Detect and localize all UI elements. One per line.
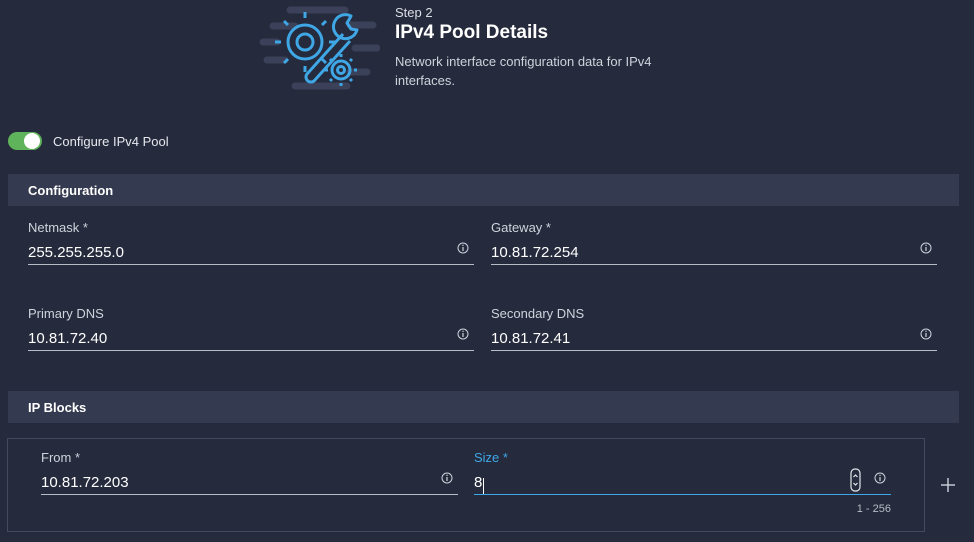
info-icon[interactable] [874,472,886,484]
text-cursor [483,478,484,494]
info-icon[interactable] [457,328,469,340]
from-field: From * [41,450,458,500]
toggle-label: Configure IPv4 Pool [53,133,169,149]
secondary-dns-label: Secondary DNS [491,306,585,321]
configure-ipv4-toggle[interactable] [8,132,42,150]
info-icon[interactable] [920,328,932,340]
add-ip-block-button[interactable] [937,474,959,496]
page-description: Network interface configuration data for… [395,54,652,88]
section-ip-blocks: IP Blocks [8,391,959,423]
page-title: IPv4 Pool Details [395,22,549,43]
section-title: IP Blocks [28,400,87,415]
gateway-field: Gateway * [491,220,937,270]
size-field: Size * 1 - 256 [474,450,891,515]
from-input[interactable] [41,466,458,495]
stepper-icon[interactable] [850,468,861,492]
gateway-label: Gateway * [491,220,551,235]
size-label: Size * [474,450,508,465]
secondary-dns-input[interactable] [491,322,937,351]
info-icon[interactable] [441,472,453,484]
section-configuration: Configuration [8,174,959,206]
configure-ipv4-toggle-row: Configure IPv4 Pool [8,130,169,152]
toggle-knob [24,133,40,149]
secondary-dns-field: Secondary DNS [491,306,937,356]
primary-dns-input[interactable] [28,322,474,351]
info-icon[interactable] [457,242,469,254]
netmask-field: Netmask * [28,220,474,270]
settings-wrench-icon [259,6,380,90]
primary-dns-field: Primary DNS [28,306,474,356]
netmask-label: Netmask * [28,220,88,235]
size-range-hint: 1 - 256 [856,503,891,515]
info-icon[interactable] [920,242,932,254]
gateway-input[interactable] [491,236,937,265]
primary-dns-label: Primary DNS [28,306,104,321]
size-input[interactable] [474,466,891,495]
netmask-input[interactable] [28,236,474,265]
wizard-step-header: Step 2 IPv4 Pool Details Network interfa… [0,0,974,100]
plus-icon [941,478,955,492]
section-title: Configuration [28,183,114,198]
step-number: Step 2 [395,5,433,20]
from-label: From * [41,450,80,465]
